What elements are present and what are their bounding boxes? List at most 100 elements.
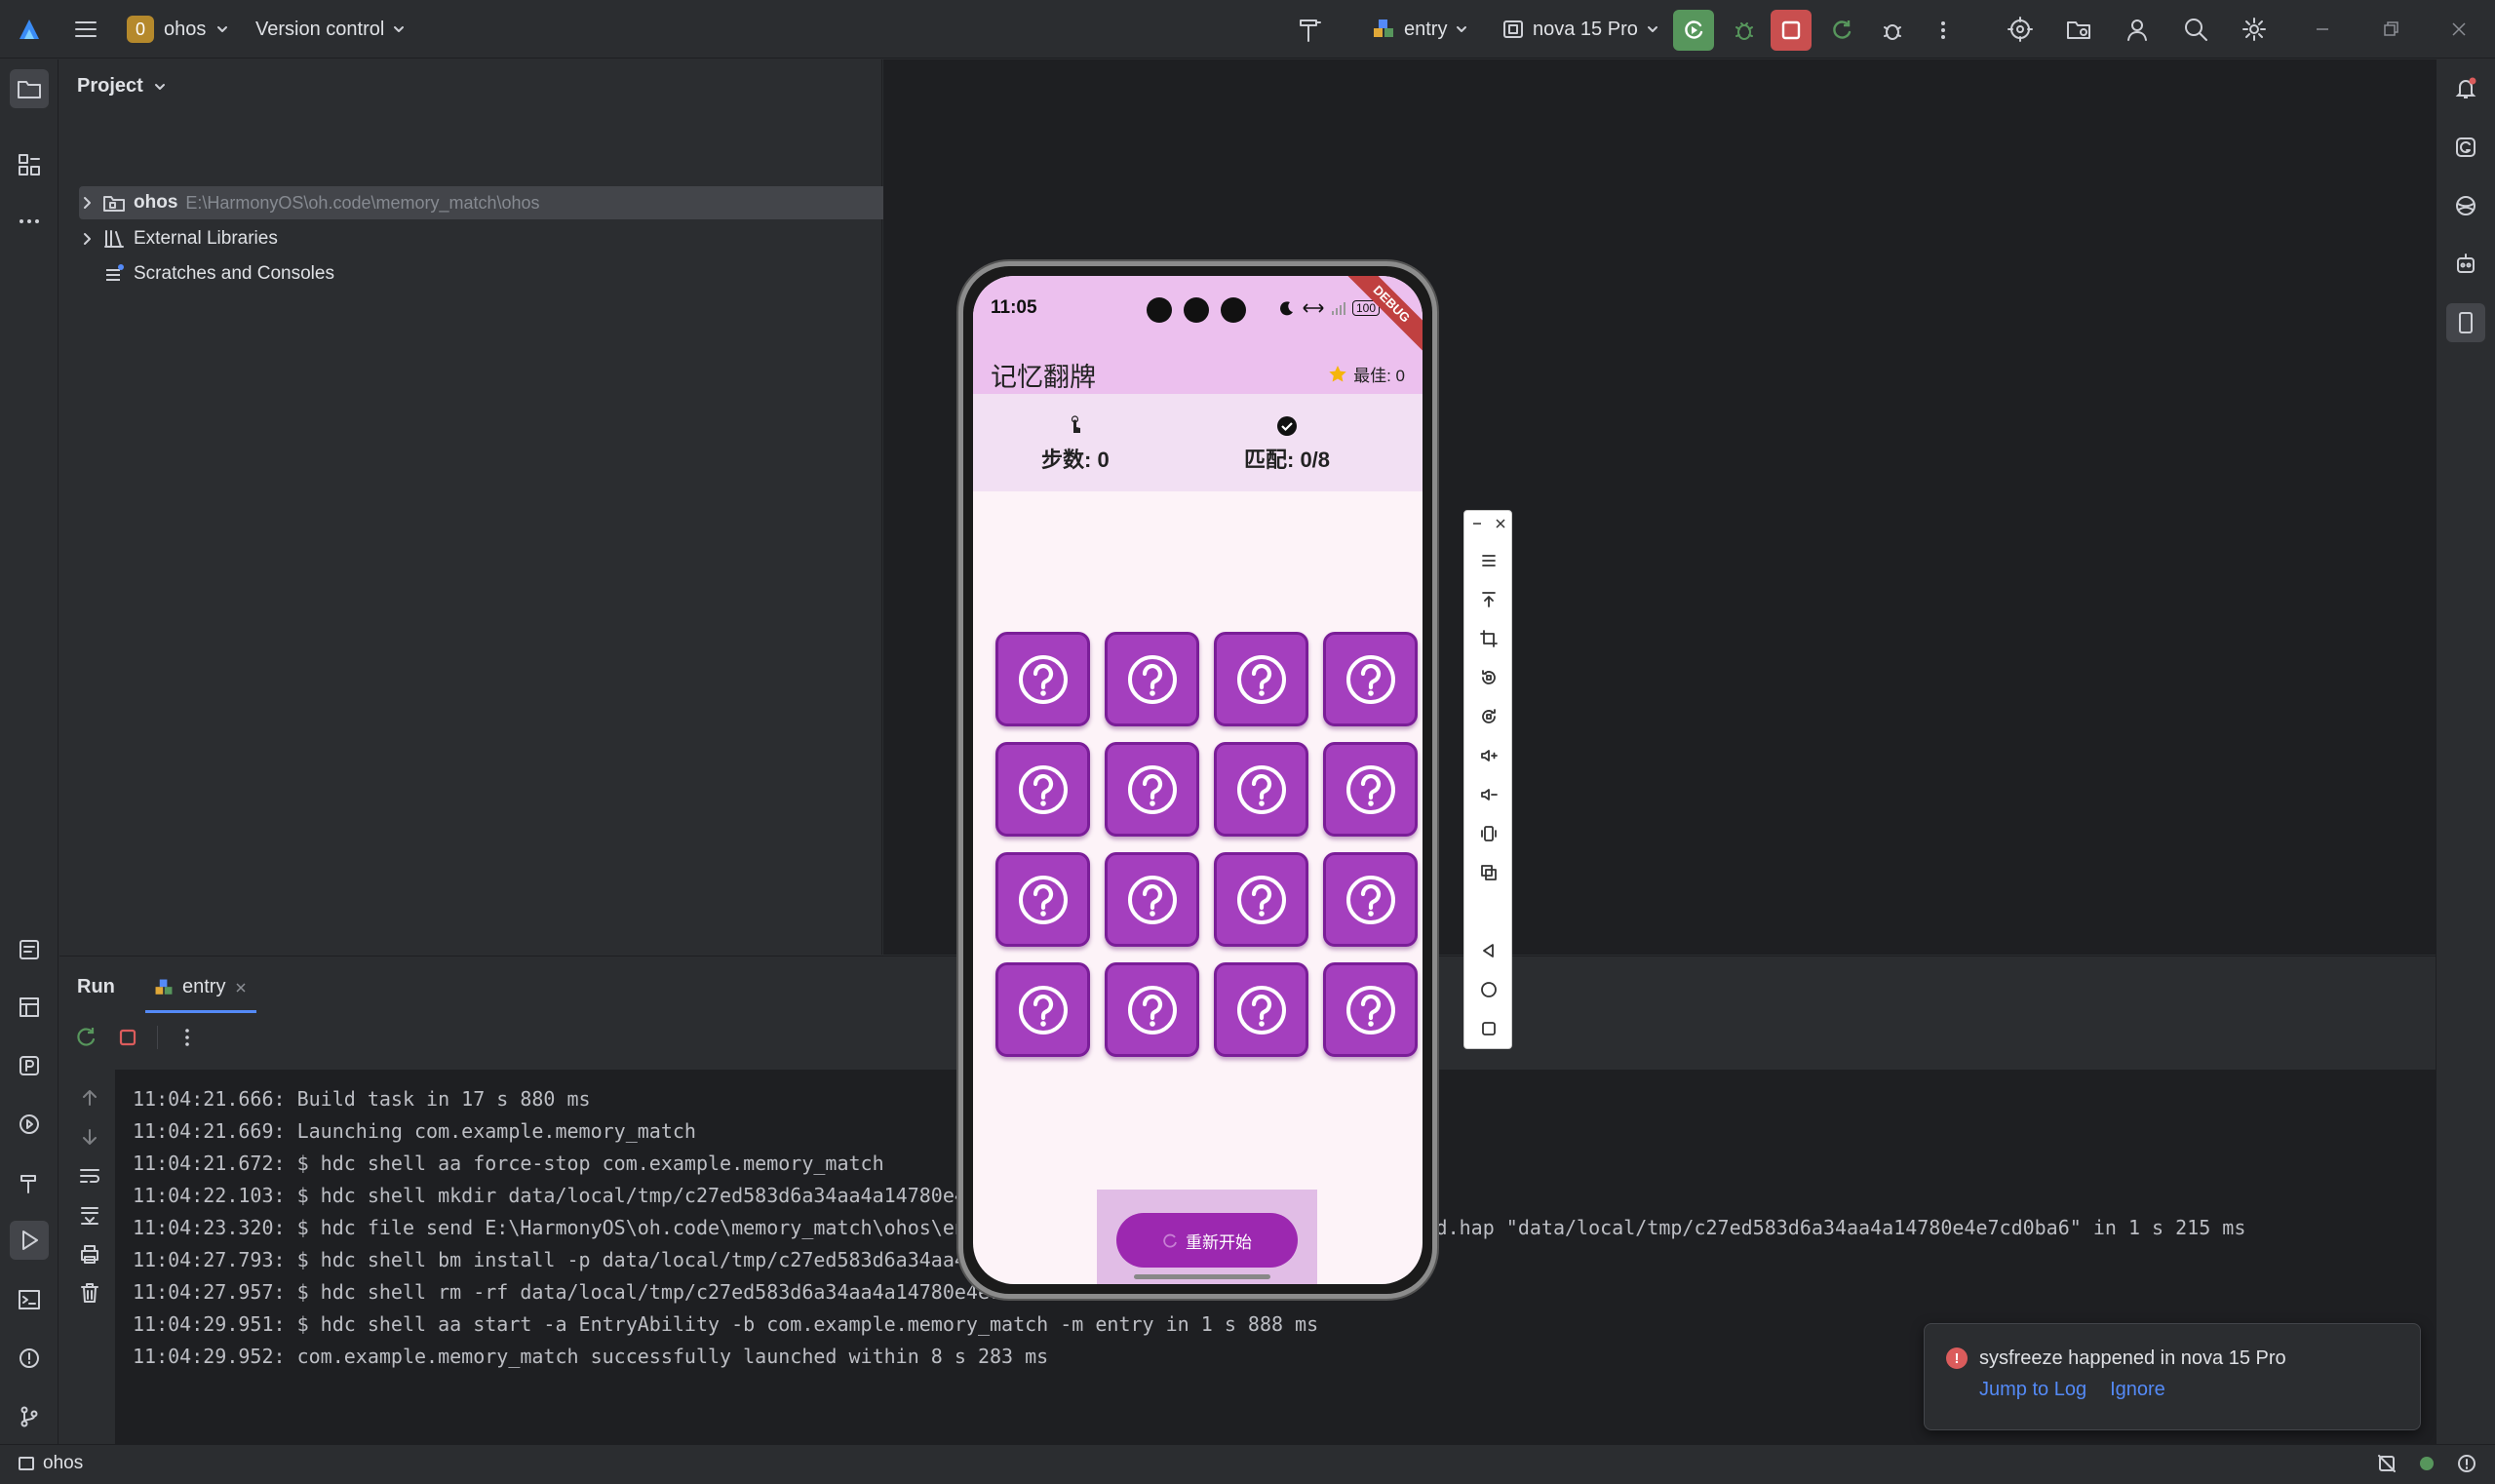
- print-icon[interactable]: [77, 1241, 102, 1267]
- emulator-shake-button[interactable]: [1476, 821, 1501, 846]
- structure-tool-button[interactable]: [10, 145, 49, 184]
- run-tool-button[interactable]: [10, 1221, 49, 1260]
- emulator-rotate-left-button[interactable]: [1476, 665, 1501, 690]
- emulator-recents-button[interactable]: [1476, 1016, 1501, 1041]
- device-file-button[interactable]: [2061, 12, 2096, 47]
- stop-icon[interactable]: [116, 1026, 139, 1049]
- restart-button[interactable]: 重新开始: [1116, 1213, 1298, 1268]
- memory-card[interactable]: [1323, 742, 1418, 837]
- phone-screen[interactable]: 11:05 100 DEBUG 记忆翻牌 最佳: 0 步数: 0 匹配: 0/8…: [973, 276, 1423, 1284]
- close-window-button[interactable]: [2441, 12, 2476, 47]
- project-selector[interactable]: 0 ohos: [127, 12, 229, 47]
- services-tool-button[interactable]: [10, 1105, 49, 1144]
- attach-debugger-button[interactable]: [1872, 10, 1913, 51]
- tree-item-scratches[interactable]: Scratches and Consoles: [79, 257, 923, 291]
- build-hammer-icon[interactable]: [1293, 12, 1328, 47]
- notifications-button[interactable]: [2446, 69, 2485, 108]
- tree-item-ohos[interactable]: ohos E:\HarmonyOS\oh.code\memory_match\o…: [79, 186, 923, 219]
- problems-tool-button[interactable]: [10, 1339, 49, 1378]
- rerun-icon: [1685, 20, 1703, 39]
- emulator-home-button[interactable]: [1476, 977, 1501, 1002]
- previewer-button[interactable]: [2446, 186, 2485, 225]
- codegenie-button[interactable]: [2446, 128, 2485, 167]
- soft-wrap-icon[interactable]: [77, 1163, 102, 1189]
- account-button[interactable]: [2120, 12, 2155, 47]
- emulator-minimize-button[interactable]: [1468, 515, 1486, 532]
- memory-card[interactable]: [1105, 962, 1199, 1057]
- memory-card[interactable]: [1214, 742, 1308, 837]
- memory-card[interactable]: [1105, 852, 1199, 947]
- emulator-screenshot-button[interactable]: [1476, 626, 1501, 651]
- debug-button[interactable]: [1724, 10, 1765, 51]
- run-tab-entry[interactable]: entry: [145, 964, 257, 1013]
- emulator-rotate-right-button[interactable]: [1476, 704, 1501, 729]
- minimize-button[interactable]: [2305, 12, 2340, 47]
- warning-circle-icon[interactable]: [2456, 1453, 2477, 1474]
- more-actions-button[interactable]: [1923, 10, 1964, 51]
- memory-card[interactable]: [1214, 632, 1308, 726]
- shake-icon: [1481, 826, 1497, 841]
- terminal-tool-button[interactable]: [10, 1280, 49, 1319]
- project-panel-header[interactable]: Project: [77, 75, 167, 98]
- project-name: ohos: [164, 18, 207, 40]
- memory-card[interactable]: [995, 962, 1090, 1057]
- settings-button[interactable]: [2237, 12, 2272, 47]
- git-tool-button[interactable]: [10, 1397, 49, 1436]
- device-mirror-button[interactable]: [2446, 303, 2485, 342]
- question-mark-icon: [1127, 654, 1177, 704]
- memory-card[interactable]: [995, 742, 1090, 837]
- memory-card[interactable]: [995, 632, 1090, 726]
- signal-icon: [1331, 302, 1345, 315]
- memory-card[interactable]: [1323, 962, 1418, 1057]
- memory-card[interactable]: [1214, 962, 1308, 1057]
- arrow-down-icon[interactable]: [77, 1124, 102, 1150]
- build-tool-button[interactable]: [10, 1163, 49, 1202]
- emulator-menu-button[interactable]: [1476, 548, 1501, 573]
- profiler-tool-button[interactable]: [10, 1046, 49, 1085]
- layout-tool-button[interactable]: [10, 988, 49, 1027]
- home-indicator[interactable]: [1134, 1274, 1270, 1279]
- rerun-button[interactable]: [1673, 10, 1714, 51]
- stop-button[interactable]: [1771, 10, 1812, 51]
- more-vertical-icon[interactable]: [175, 1026, 199, 1049]
- project-tool-button[interactable]: [10, 69, 49, 108]
- emulator-volume-down-button[interactable]: [1476, 782, 1501, 807]
- memory-card[interactable]: [1105, 742, 1199, 837]
- status-ok-icon[interactable]: [2417, 1454, 2437, 1473]
- run-config-selector[interactable]: entry: [1371, 12, 1468, 47]
- emulator-close-button[interactable]: [1492, 515, 1509, 532]
- status-breadcrumb[interactable]: ohos: [18, 1453, 83, 1474]
- restore-button[interactable]: [2373, 12, 2408, 47]
- jump-to-log-link[interactable]: Jump to Log: [1979, 1379, 2086, 1401]
- memory-card[interactable]: [1323, 852, 1418, 947]
- memory-card[interactable]: [995, 852, 1090, 947]
- memory-card[interactable]: [1105, 632, 1199, 726]
- emulator-multi-window-button[interactable]: [1476, 860, 1501, 885]
- rerun-icon[interactable]: [73, 1025, 98, 1050]
- device-manager-button[interactable]: [2446, 245, 2485, 284]
- todo-tool-button[interactable]: [10, 930, 49, 969]
- search-button[interactable]: [2178, 12, 2213, 47]
- memory-card[interactable]: [1214, 852, 1308, 947]
- scroll-to-end-icon[interactable]: [77, 1202, 102, 1228]
- right-tool-stripe: [2436, 59, 2495, 1444]
- version-control-menu[interactable]: Version control: [255, 12, 406, 47]
- more-tools-button[interactable]: [10, 202, 49, 241]
- card-grid: [995, 632, 1418, 1057]
- emulator-volume-up-button[interactable]: [1476, 743, 1501, 768]
- trash-icon[interactable]: [77, 1280, 102, 1306]
- arrow-up-icon[interactable]: [77, 1085, 102, 1111]
- memory-card[interactable]: [1323, 632, 1418, 726]
- hammer-icon: [20, 1175, 36, 1193]
- device-selector[interactable]: nova 15 Pro: [1501, 12, 1659, 47]
- emulator-back-button[interactable]: [1476, 938, 1501, 963]
- ignore-link[interactable]: Ignore: [2110, 1379, 2165, 1401]
- tree-item-external-libraries[interactable]: External Libraries: [79, 222, 923, 255]
- refresh-icon: [1833, 20, 1852, 39]
- main-menu-icon[interactable]: [72, 16, 99, 43]
- close-icon[interactable]: [233, 980, 249, 996]
- emulator-pin-top-button[interactable]: [1476, 587, 1501, 612]
- no-device-icon[interactable]: [2376, 1453, 2398, 1474]
- profiler-button[interactable]: [2003, 12, 2038, 47]
- apply-changes-button[interactable]: [1821, 10, 1862, 51]
